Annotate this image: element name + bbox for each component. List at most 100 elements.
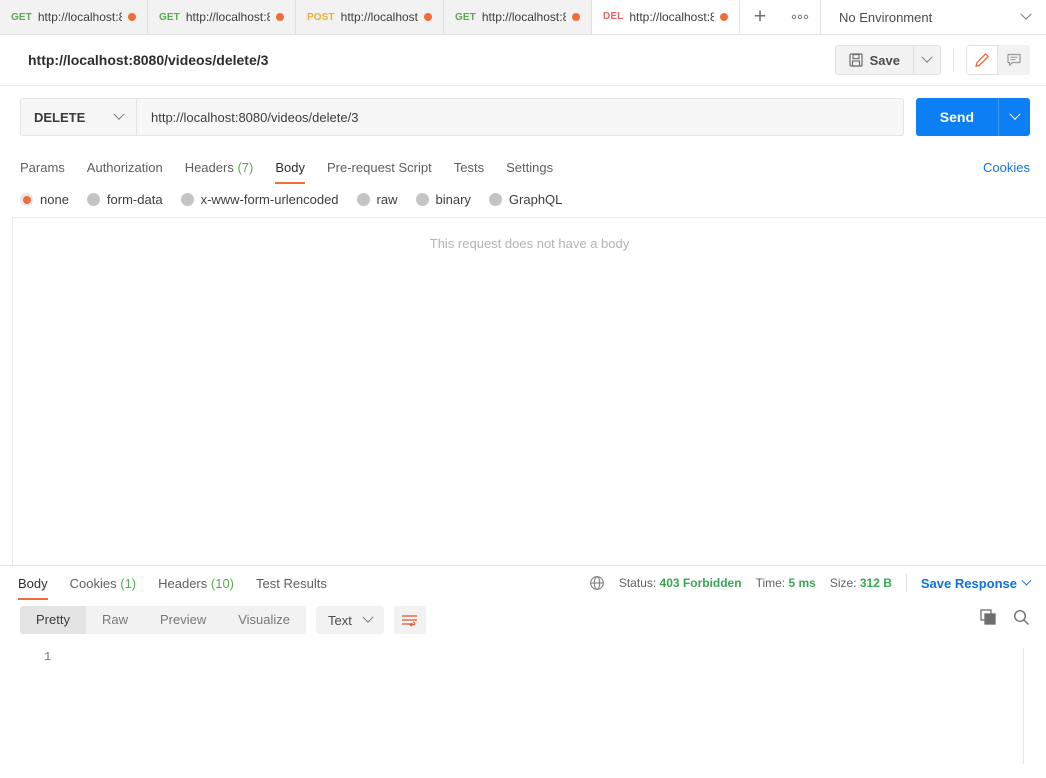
tab-pre-request-script[interactable]: Pre-request Script — [316, 160, 443, 184]
body-type-label: none — [40, 192, 69, 207]
response-body-viewer[interactable]: 1 — [0, 644, 1046, 764]
send-button-group: Send — [915, 98, 1030, 136]
response-tab-test-results[interactable]: Test Results — [245, 576, 338, 600]
edit-request-button[interactable] — [966, 45, 998, 75]
save-options-button[interactable] — [913, 45, 941, 75]
time-label: Time: — [755, 576, 786, 590]
save-button-group: Save — [834, 45, 941, 75]
view-mode-visualize[interactable]: Visualize — [222, 606, 306, 634]
request-tab-active[interactable]: DEL http://localhost:80 — [592, 0, 740, 34]
tab-url-label: http://localhost:80 — [629, 9, 714, 24]
empty-body-message: This request does not have a body — [429, 236, 630, 251]
cookies-link[interactable]: Cookies — [983, 160, 1030, 184]
url-bar: DELETE http://localhost:8080/videos/dele… — [0, 86, 1046, 150]
view-mode-pretty[interactable]: Pretty — [20, 606, 86, 634]
status-value: 403 Forbidden — [659, 576, 742, 590]
body-type-label: binary — [435, 192, 471, 207]
chevron-down-icon — [1020, 8, 1032, 20]
request-body-area[interactable]: This request does not have a body — [12, 217, 1046, 565]
unsaved-changes-dot-icon — [128, 13, 136, 21]
copy-button[interactable] — [980, 609, 997, 631]
search-button[interactable] — [1013, 609, 1030, 631]
line-number: 1 — [44, 650, 52, 664]
send-button[interactable]: Send — [915, 98, 998, 136]
send-options-button[interactable] — [998, 98, 1030, 136]
view-mode-raw[interactable]: Raw — [86, 606, 144, 634]
ellipsis-icon — [791, 14, 809, 20]
tab-url-label: http://localhost:8 — [340, 10, 418, 24]
copy-icon — [980, 609, 996, 625]
body-type-form-data[interactable]: form-data — [86, 192, 163, 207]
tab-body[interactable]: Body — [264, 160, 316, 184]
request-tab[interactable]: GET http://localhost:8C — [0, 0, 148, 34]
radio-icon — [415, 193, 429, 206]
request-tab[interactable]: GET http://localhost:8C — [444, 0, 592, 34]
word-wrap-icon — [402, 615, 418, 627]
body-type-label: GraphQL — [508, 192, 563, 207]
response-tab-cookies[interactable]: Cookies (1) — [59, 576, 147, 600]
body-type-label: x-www-form-urlencoded — [200, 192, 339, 207]
tab-options-button[interactable] — [780, 0, 820, 34]
body-type-raw[interactable]: raw — [356, 192, 398, 207]
request-tab[interactable]: GET http://localhost:8C — [148, 0, 296, 34]
tab-settings[interactable]: Settings — [495, 160, 564, 184]
tab-tests[interactable]: Tests — [443, 160, 495, 184]
tab-headers[interactable]: Headers (7) — [174, 160, 265, 184]
toolbar-divider — [953, 48, 954, 72]
chevron-down-icon — [921, 51, 933, 63]
response-view-modes: Pretty Raw Preview Visualize — [20, 606, 307, 634]
tab-method-label: GET — [11, 11, 32, 23]
radio-icon — [20, 193, 33, 206]
status-group: Status: 403 Forbidden — [619, 576, 742, 590]
comment-icon — [1007, 53, 1021, 66]
save-button-label: Save — [869, 52, 900, 68]
http-method-label: DELETE — [34, 109, 86, 125]
url-input[interactable]: http://localhost:8080/videos/delete/3 — [136, 98, 904, 136]
save-response-button[interactable]: Save Response — [921, 575, 1032, 591]
body-type-none[interactable]: none — [20, 192, 69, 207]
body-type-label: raw — [376, 192, 398, 207]
body-type-urlencoded[interactable]: x-www-form-urlencoded — [180, 192, 339, 207]
comments-button[interactable] — [998, 45, 1030, 75]
tab-url-label: http://localhost:8C — [481, 10, 566, 24]
body-type-binary[interactable]: binary — [415, 192, 471, 207]
floppy-disk-icon — [849, 53, 863, 67]
view-mode-preview[interactable]: Preview — [144, 606, 222, 634]
response-tab-cookies-count: (1) — [120, 576, 137, 591]
unsaved-changes-dot-icon — [424, 13, 432, 21]
request-title: http://localhost:8080/videos/delete/3 — [28, 52, 269, 68]
tab-url-label: http://localhost:8C — [37, 10, 122, 24]
new-tab-button[interactable]: + — [740, 0, 780, 34]
radio-icon — [356, 193, 370, 206]
http-method-selector[interactable]: DELETE — [20, 98, 136, 136]
tab-method-label: GET — [455, 11, 476, 23]
time-value: 5 ms — [788, 576, 816, 590]
response-language-label: Text — [328, 612, 352, 628]
response-tab-headers[interactable]: Headers (10) — [147, 576, 245, 600]
response-tab-body[interactable]: Body — [18, 576, 59, 600]
body-type-options: none form-data x-www-form-urlencoded raw… — [0, 184, 1046, 217]
body-type-label: form-data — [106, 192, 163, 207]
tab-params[interactable]: Params — [20, 160, 76, 184]
tab-headers-label: Headers — [184, 160, 234, 175]
radio-icon — [488, 193, 502, 206]
request-section-tabs: Params Authorization Headers (7) Body Pr… — [0, 150, 1046, 184]
response-tab-cookies-label: Cookies — [69, 576, 117, 591]
tab-headers-count: (7) — [237, 160, 254, 175]
body-type-graphql[interactable]: GraphQL — [488, 192, 563, 207]
chevron-down-icon — [1008, 108, 1021, 120]
environment-selector[interactable]: No Environment — [820, 0, 1046, 34]
response-section-tabs: Body Cookies (1) Headers (10) Test Resul… — [0, 566, 1046, 600]
word-wrap-button[interactable] — [393, 606, 426, 634]
time-group: Time: 5 ms — [756, 576, 816, 590]
request-tab[interactable]: POST http://localhost:8 — [296, 0, 444, 34]
globe-icon[interactable] — [589, 575, 605, 591]
unsaved-changes-dot-icon — [276, 13, 284, 21]
save-button[interactable]: Save — [834, 45, 913, 75]
environment-label: No Environment — [839, 9, 933, 25]
response-status-bar: Status: 403 Forbidden Time: 5 ms Size: 3… — [589, 574, 1032, 600]
response-language-selector[interactable]: Text — [316, 606, 384, 634]
chevron-down-icon — [113, 108, 125, 120]
tab-authorization[interactable]: Authorization — [76, 160, 174, 184]
response-tab-headers-count: (10) — [210, 576, 235, 591]
